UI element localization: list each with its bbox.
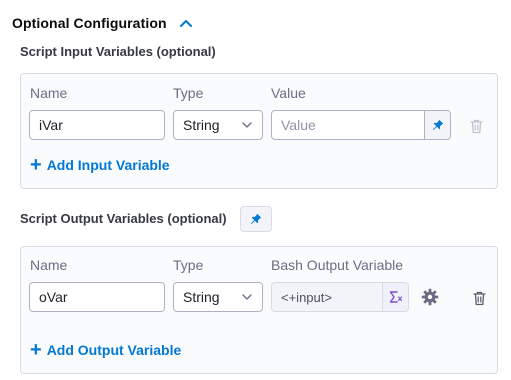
input-variables-label: Script Input Variables (optional)	[20, 44, 216, 59]
output-variables-label: Script Output Variables (optional)	[20, 211, 227, 226]
add-input-variable-button[interactable]: + Add Input Variable	[30, 154, 170, 176]
select-value: String	[183, 117, 220, 133]
plus-icon: +	[30, 154, 42, 176]
chevron-up-icon[interactable]	[179, 16, 193, 30]
output-variables-panel: Name Type Bash Output Variable String <+…	[20, 246, 498, 374]
select-value: String	[183, 289, 220, 305]
column-header-bash-output-variable: Bash Output Variable	[271, 257, 404, 273]
input-variables-panel: Name Type Value String + Add Input Varia…	[20, 73, 498, 189]
value-input[interactable]	[272, 111, 424, 139]
add-output-variable-button[interactable]: + Add Output Variable	[30, 339, 182, 361]
output-variable-type-select[interactable]: String	[173, 282, 263, 312]
input-variable-value-field[interactable]	[271, 110, 451, 140]
gear-icon[interactable]	[420, 287, 440, 307]
chevron-down-icon	[242, 122, 252, 128]
add-output-variable-label: Add Output Variable	[46, 342, 182, 358]
optional-configuration-header[interactable]: Optional Configuration	[12, 14, 193, 32]
plus-icon: +	[30, 339, 42, 361]
column-header-value: Value	[271, 85, 306, 101]
trash-icon[interactable]	[469, 288, 489, 308]
column-header-name: Name	[30, 257, 68, 273]
section-title: Optional Configuration	[12, 15, 167, 31]
pin-icon[interactable]	[240, 206, 272, 232]
input-variable-type-select[interactable]: String	[173, 110, 263, 140]
output-variable-name-field[interactable]	[29, 282, 165, 312]
input-variable-name-field[interactable]	[29, 110, 165, 140]
add-input-variable-label: Add Input Variable	[46, 157, 170, 173]
column-header-name: Name	[30, 85, 68, 101]
chevron-down-icon	[242, 294, 252, 300]
trash-icon[interactable]	[466, 116, 486, 136]
runtime-input-value: <+input>	[281, 289, 332, 305]
pin-icon[interactable]	[424, 111, 450, 139]
column-header-type: Type	[173, 85, 204, 101]
sigma-icon[interactable]	[382, 283, 408, 311]
column-header-type: Type	[173, 257, 204, 273]
bash-output-variable-field[interactable]: <+input>	[271, 282, 409, 312]
